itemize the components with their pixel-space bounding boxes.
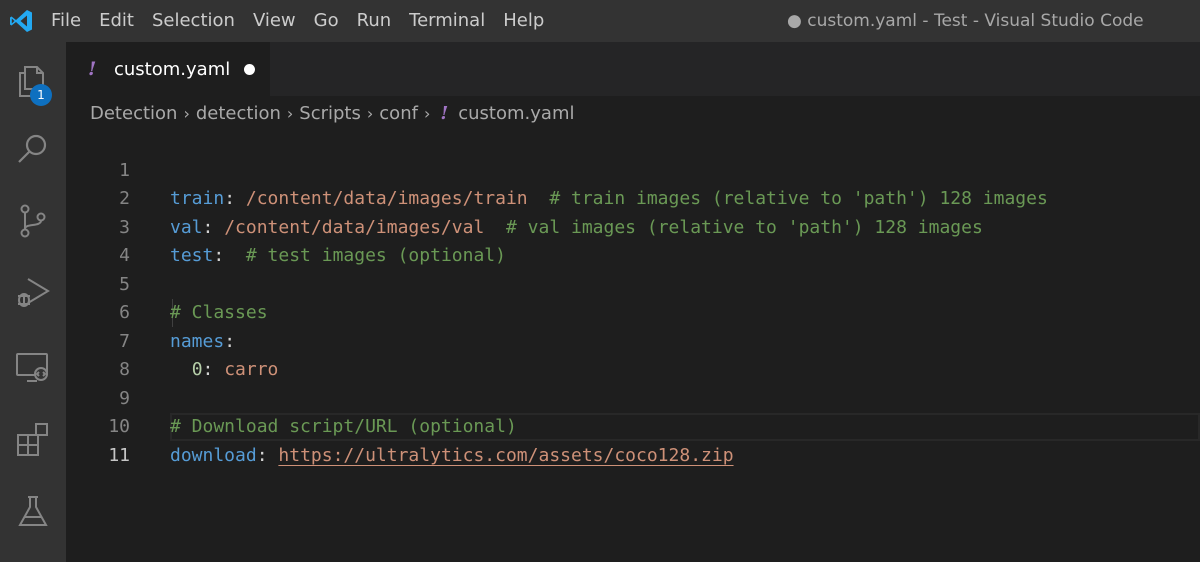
code-line[interactable]: 3 test: # test images (optional) [66, 185, 1200, 267]
code-line[interactable]: 4 [66, 214, 1200, 266]
search-icon[interactable] [0, 114, 66, 184]
url-link[interactable]: https://ultralytics.com/assets/coco128.z… [278, 445, 733, 466]
yaml-key: download [170, 444, 257, 466]
yaml-file-icon: ! [88, 58, 97, 80]
menu-go[interactable]: Go [305, 0, 348, 42]
explorer-badge: 1 [30, 84, 52, 106]
code-line[interactable]: 10 download: https://ultralytics.com/ass… [66, 385, 1200, 466]
line-number: 11 [108, 444, 130, 466]
tab-label: custom.yaml [114, 58, 231, 80]
chevron-right-icon: › [366, 103, 374, 123]
chevron-right-icon: › [286, 103, 294, 123]
breadcrumb-item[interactable]: detection [196, 103, 281, 124]
breadcrumb-item[interactable]: conf [379, 103, 418, 124]
testing-icon[interactable] [0, 476, 66, 546]
menu-edit[interactable]: Edit [90, 0, 143, 42]
window-title: ● custom.yaml - Test - Visual Studio Cod… [787, 11, 1144, 31]
files-icon[interactable]: 1 [0, 46, 66, 116]
code-line[interactable]: 7 0: carro [66, 299, 1200, 381]
menu-view[interactable]: View [244, 0, 305, 42]
tab-custom-yaml[interactable]: ! custom.yaml [66, 42, 270, 96]
menu-run[interactable]: Run [348, 0, 401, 42]
menu-bar: File Edit Selection View Go Run Terminal… [42, 0, 553, 42]
menu-terminal[interactable]: Terminal [400, 0, 494, 42]
code-line[interactable]: 5 # Classes [66, 242, 1200, 324]
activity-bar: 1 [0, 42, 66, 562]
unsaved-dot-icon[interactable] [244, 63, 256, 75]
menu-help[interactable]: Help [494, 0, 553, 42]
line-content: download: https://ultralytics.com/assets… [170, 442, 734, 471]
breadcrumb-file[interactable]: custom.yaml [458, 103, 574, 124]
code-line[interactable]: 11 [66, 413, 1200, 466]
chevron-right-icon: › [183, 103, 190, 123]
code-line[interactable]: 8 [66, 328, 1200, 380]
vscode-logo-icon [0, 0, 42, 42]
breadcrumb-item[interactable]: Scripts [299, 103, 361, 124]
breadcrumb-item[interactable]: Detection [90, 103, 177, 124]
code-line[interactable]: 1 train: /content/data/images/train # tr… [66, 128, 1200, 210]
code-editor[interactable]: 1 train: /content/data/images/train # tr… [66, 128, 1200, 562]
source-control-icon[interactable] [0, 186, 66, 256]
run-debug-icon[interactable] [0, 257, 66, 327]
code-line[interactable]: 9 # Download script/URL (optional) [66, 356, 1200, 438]
yaml-file-icon: ! [440, 102, 449, 124]
extensions-icon[interactable] [0, 404, 66, 474]
title-bar: File Edit Selection View Go Run Terminal… [0, 0, 1200, 42]
yaml-colon: : [256, 444, 279, 466]
code-line[interactable]: 6 names: [66, 271, 1200, 352]
menu-selection[interactable]: Selection [143, 0, 244, 42]
menu-file[interactable]: File [42, 0, 90, 42]
remote-explorer-icon[interactable] [0, 332, 66, 402]
code-line[interactable]: 2 val: /content/data/images/val # val im… [66, 157, 1200, 238]
chevron-right-icon: › [423, 103, 431, 123]
breadcrumb: Detection › detection › Scripts › conf ›… [90, 98, 574, 128]
